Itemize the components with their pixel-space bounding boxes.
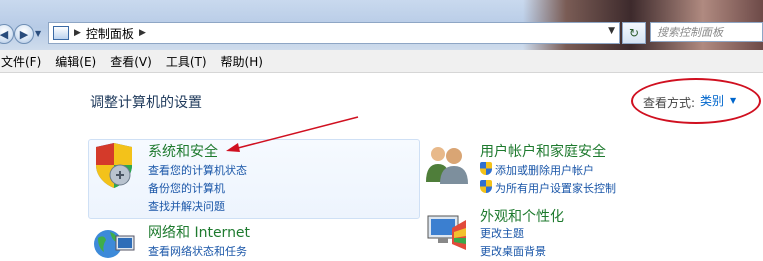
annotation-arrow (226, 116, 359, 152)
